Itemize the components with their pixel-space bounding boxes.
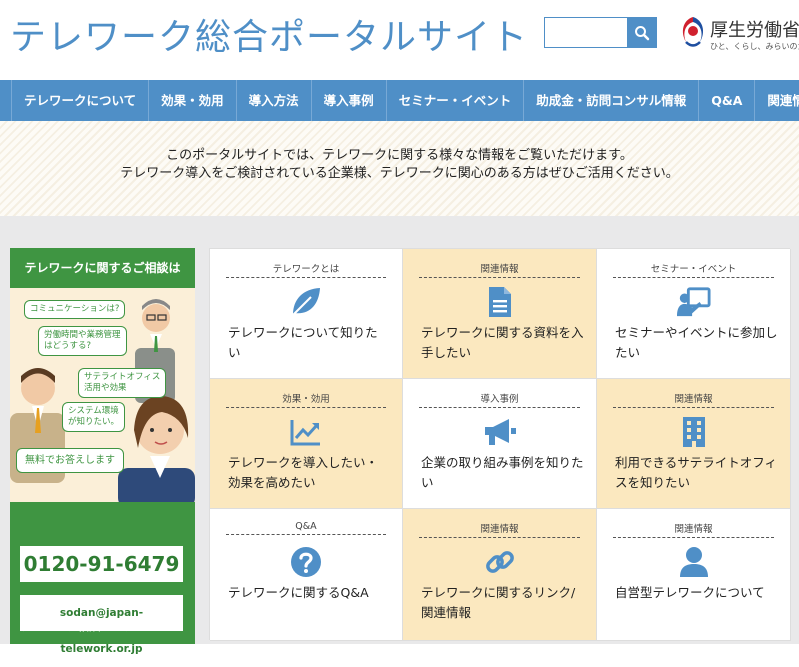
topic-grid: テレワークとは テレワークについて知りたい 関連情報 テレワークに関する資料を入… <box>209 248 791 641</box>
nav-item-qa[interactable]: Q&A <box>698 80 754 121</box>
building-icon <box>677 415 711 449</box>
person-icon <box>677 545 711 579</box>
mhlw-logo[interactable]: 厚生労働省 ひと、くらし、みらいのために <box>678 12 799 56</box>
card-category: 導入事例 <box>419 391 580 408</box>
mhlw-logo-mark <box>682 17 704 47</box>
external-link-icon[interactable] <box>170 616 183 629</box>
card-text: テレワークに関する資料を入手したい <box>421 325 584 360</box>
nav-item-effects[interactable]: 効果・効用 <box>148 80 236 121</box>
consultation-phone[interactable]: 0120-91-6479 <box>20 546 183 582</box>
card-category: 効果・効用 <box>226 391 386 408</box>
search-box <box>544 17 657 48</box>
nav-item-cases[interactable]: 導入事例 <box>310 80 386 121</box>
bubble-system: システム環境 が知りたい。 <box>62 402 126 432</box>
card-category: 関連情報 <box>613 521 774 538</box>
mhlw-tagline: ひと、くらし、みらいのために <box>710 42 799 51</box>
nav-item-about[interactable]: テレワークについて <box>11 80 148 121</box>
question-icon <box>289 545 323 579</box>
card-satellite-office[interactable]: 関連情報 利用できるサテライトオフィスを知りたい <box>597 379 791 509</box>
consultation-title: テレワークに関するご相談は <box>24 261 181 275</box>
card-effects[interactable]: 効果・効用 テレワークを導入したい・効果を高めたい <box>210 379 403 509</box>
nav-item-subsidies[interactable]: 助成金・訪問コンサル情報 <box>523 80 698 121</box>
presentation-icon <box>676 285 711 319</box>
card-text: 企業の取り組み事例を知りたい <box>421 455 584 490</box>
card-materials[interactable]: 関連情報 テレワークに関する資料を入手したい <box>403 249 597 379</box>
card-text: 利用できるサテライトオフィスを知りたい <box>615 455 778 490</box>
intro-band: このポータルサイトでは、テレワークに関する様々な情報をご覧いただけます。 テレワ… <box>0 121 799 216</box>
card-self-employed[interactable]: 関連情報 自営型テレワークについて <box>597 509 791 641</box>
nav-item-related[interactable]: 関連情報 <box>754 80 799 121</box>
card-text: テレワークに関するQ&A <box>228 585 369 600</box>
card-links[interactable]: 関連情報 テレワークに関するリンク/関連情報 <box>403 509 597 641</box>
card-category: セミナー・イベント <box>613 261 774 278</box>
nav-item-introduction[interactable]: 導入方法 <box>235 80 311 121</box>
card-category: 関連情報 <box>419 521 580 538</box>
header: テレワーク総合ポータルサイト 厚生労働省 ひと、くらし、みらいのために <box>0 0 799 80</box>
bubble-free-answer: 無料でお答えします <box>16 448 124 473</box>
nav-item-seminars[interactable]: セミナー・イベント <box>385 80 524 121</box>
chart-icon <box>289 415 323 449</box>
card-qa[interactable]: Q&A テレワークに関するQ&A <box>210 509 403 641</box>
link-icon <box>483 545 517 579</box>
mhlw-name: 厚生労働省 <box>710 20 799 41</box>
search-input[interactable] <box>544 17 627 48</box>
search-button[interactable] <box>627 17 657 48</box>
bubble-satellite-office: サテライトオフィス 活用や効果 <box>78 368 167 398</box>
global-nav: テレワークについて 効果・効用 導入方法 導入事例 セミナー・イベント 助成金・… <box>0 80 799 121</box>
card-text: テレワークについて知りたい <box>228 325 378 360</box>
search-icon <box>635 25 650 40</box>
card-text: セミナーやイベントに参加したい <box>615 325 778 360</box>
card-text: テレワークを導入したい・効果を高めたい <box>228 455 379 490</box>
card-category: 関連情報 <box>613 391 774 408</box>
card-text: 自営型テレワークについて <box>615 585 765 600</box>
intro-line-1: このポータルサイトでは、テレワークに関する様々な情報をご覧いただけます。 <box>166 148 633 163</box>
card-text: テレワークに関するリンク/関連情報 <box>421 585 576 620</box>
document-icon <box>483 285 517 319</box>
main-content: テレワークに関するご相談は コミュニケーションは? 労働時間や業務管理 はどうす… <box>0 216 799 655</box>
bubble-communication: コミュニケーションは? <box>24 300 126 319</box>
consultation-center-link[interactable]: テレワーク相談センター <box>20 618 147 634</box>
card-case-studies[interactable]: 導入事例 企業の取り組み事例を知りたい <box>403 379 597 509</box>
consultation-illustration: コミュニケーションは? 労働時間や業務管理 はどうする? サテライトオフィス 活… <box>10 288 195 502</box>
site-title[interactable]: テレワーク総合ポータルサイト <box>10 8 528 60</box>
bubble-working-hours: 労働時間や業務管理 はどうする? <box>38 326 127 356</box>
leaf-icon <box>289 285 323 319</box>
card-category: 関連情報 <box>419 261 580 278</box>
intro-line-2: テレワーク導入をご検討されている企業様、テレワークに関心のある方はぜひご活用くだ… <box>120 166 679 181</box>
card-about-telework[interactable]: テレワークとは テレワークについて知りたい <box>210 249 403 379</box>
card-category: Q&A <box>226 521 386 535</box>
megaphone-icon <box>483 415 517 449</box>
consultation-box: テレワークに関するご相談は コミュニケーションは? 労働時間や業務管理 はどうす… <box>10 248 195 655</box>
card-seminars[interactable]: セミナー・イベント セミナーやイベントに参加したい <box>597 249 791 379</box>
card-category: テレワークとは <box>226 261 386 278</box>
